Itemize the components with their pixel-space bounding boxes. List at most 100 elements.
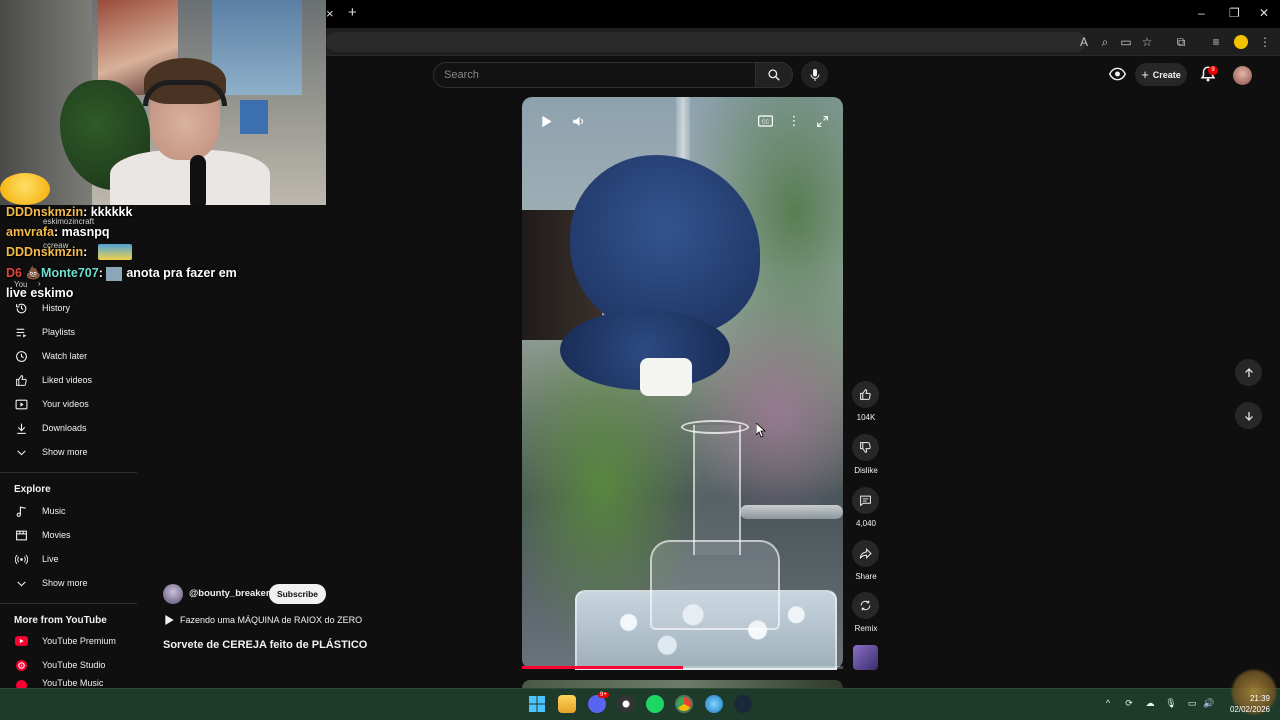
vertical-dots-icon: ⋮ — [787, 113, 801, 128]
sidebar-item-watch-later[interactable]: Watch later — [14, 345, 87, 367]
video-icon — [15, 399, 27, 409]
sidebar-heading-more-from-youtube: More from YouTube — [14, 615, 107, 626]
chrome-icon[interactable] — [675, 695, 693, 713]
playlist-title: Fazendo uma MÁQUINA de RAIOX do ZERO — [180, 615, 363, 625]
fullscreen-button[interactable] — [811, 110, 833, 132]
restore-icon[interactable]: ❐ — [1229, 6, 1240, 20]
chat-username: Monte707 — [41, 266, 99, 280]
sidebar-item-show-more[interactable]: Show more — [14, 441, 88, 463]
sidebar-item-label: Your videos — [42, 399, 89, 409]
sidebar-item-label: YouTube Premium — [42, 636, 116, 646]
notification-badge: 9 — [1208, 66, 1218, 75]
play-button[interactable] — [536, 110, 558, 132]
search-button[interactable] — [755, 62, 793, 88]
more-options-button[interactable]: ⋮ — [783, 110, 805, 132]
sync-icon[interactable]: ⟳ — [1123, 697, 1135, 709]
next-short-preview[interactable] — [522, 680, 843, 688]
sidebar-item-label: History — [42, 303, 71, 313]
account-avatar[interactable] — [1233, 66, 1252, 85]
sound-thumbnail[interactable] — [853, 645, 878, 670]
sidebar-item-downloads[interactable]: Downloads — [14, 417, 87, 439]
comments-button[interactable] — [852, 487, 879, 514]
thumbs-up-icon — [15, 374, 27, 386]
new-tab-icon[interactable]: + — [348, 4, 357, 21]
subscribe-button[interactable]: Subscribe — [269, 584, 326, 604]
spotify-icon[interactable] — [646, 695, 664, 713]
previous-short-button[interactable] — [1235, 359, 1262, 386]
microphone-icon[interactable]: 🎙 — [1165, 697, 1177, 709]
sidebar-item-playlists[interactable]: Playlists — [14, 321, 75, 343]
system-clock[interactable]: 21:39 02/02/2026 — [1222, 693, 1270, 715]
chat-text: kkkkkk — [90, 205, 133, 219]
close-window-icon[interactable]: ✕ — [1259, 6, 1269, 20]
video-flask — [693, 425, 741, 555]
chevron-up-icon[interactable]: ^ — [1102, 697, 1114, 709]
short-title[interactable]: Sorvete de CEREJA feito de PLÁSTICO — [163, 639, 367, 651]
share-button[interactable] — [852, 540, 879, 567]
sidebar-section-you[interactable]: You — [14, 280, 28, 289]
obs-icon[interactable] — [617, 695, 635, 713]
create-button[interactable]: + Create — [1135, 63, 1187, 86]
chat-text: anota pra fazer em — [126, 266, 237, 280]
comment-icon — [860, 495, 871, 507]
remix-label: Remix — [854, 624, 878, 633]
sidebar-item-youtube-studio[interactable]: YouTube Studio — [14, 654, 105, 676]
browser-app-icon[interactable] — [705, 695, 723, 713]
sidebar-item-label: Music — [42, 506, 66, 516]
video-progress-fill — [522, 666, 683, 669]
bookmark-star-icon[interactable]: ☆ — [1138, 33, 1156, 51]
search-box — [433, 62, 755, 88]
eye-icon[interactable] — [1109, 67, 1126, 81]
sidebar-item-show-more[interactable]: Show more — [14, 572, 88, 594]
sidebar-heading-explore: Explore — [14, 484, 51, 495]
play-icon — [165, 615, 174, 625]
sidebar-item-label: Live — [42, 554, 59, 564]
media-controls-icon[interactable]: ≡ — [1207, 33, 1225, 51]
playlist-link[interactable]: Fazendo uma MÁQUINA de RAIOX do ZERO — [165, 615, 362, 625]
arrow-down-icon — [1244, 411, 1253, 421]
translate-icon[interactable]: A — [1075, 33, 1093, 51]
address-bar[interactable] — [326, 32, 1086, 52]
channel-avatar[interactable] — [163, 584, 183, 604]
share-label: Share — [855, 572, 877, 581]
sidebar-item-music[interactable]: Music — [14, 500, 66, 522]
sidebar-item-live[interactable]: Live — [14, 548, 59, 570]
sidebar-item-youtube-premium[interactable]: YouTube Premium — [14, 630, 116, 652]
volume-button[interactable] — [568, 110, 590, 132]
sidebar-item-history[interactable]: History — [14, 297, 70, 319]
thumbs-up-icon — [860, 389, 871, 400]
chat-emote-image — [98, 244, 132, 260]
dislike-label: Dislike — [854, 466, 878, 475]
network-icon[interactable]: ▭ — [1186, 697, 1198, 709]
sidebar-item-label: Show more — [42, 447, 88, 457]
steam-icon[interactable] — [734, 695, 752, 713]
extensions-icon[interactable]: ⧉ — [1172, 33, 1190, 51]
cast-icon[interactable]: ▭ — [1117, 33, 1135, 51]
remix-button[interactable] — [852, 592, 879, 619]
search-input[interactable] — [434, 63, 755, 87]
voice-search-button[interactable] — [801, 61, 828, 88]
like-button[interactable] — [852, 381, 879, 408]
captions-button[interactable]: CC — [754, 110, 776, 132]
close-tab-icon[interactable]: × — [326, 6, 334, 21]
cloud-icon[interactable]: ☁ — [1144, 697, 1156, 709]
browser-menu-icon[interactable]: ⋮ — [1256, 33, 1274, 51]
windows-start-icon[interactable] — [529, 696, 545, 712]
channel-name[interactable]: @bounty_breaker — [189, 588, 270, 599]
file-explorer-icon[interactable] — [558, 695, 576, 713]
sidebar-item-movies[interactable]: Movies — [14, 524, 71, 546]
chevron-down-icon — [16, 449, 26, 455]
minimize-icon[interactable]: – — [1198, 6, 1205, 20]
sidebar-item-your-videos[interactable]: Your videos — [14, 393, 89, 415]
chat-message: DDDnskmzin: — [6, 244, 132, 260]
next-short-button[interactable] — [1235, 402, 1262, 429]
profile-avatar-icon[interactable] — [1234, 35, 1248, 49]
dislike-button[interactable] — [852, 434, 879, 461]
windows-taskbar — [0, 688, 1280, 720]
sidebar-item-youtube-music[interactable]: YouTube Music — [14, 678, 103, 688]
zoom-icon[interactable]: ⌕ — [1096, 33, 1114, 51]
sidebar-item-liked-videos[interactable]: Liked videos — [14, 369, 92, 391]
speaker-icon[interactable]: 🔊 — [1203, 697, 1215, 709]
closed-captions-icon: CC — [757, 115, 773, 127]
webcam-orange-object — [0, 173, 50, 205]
